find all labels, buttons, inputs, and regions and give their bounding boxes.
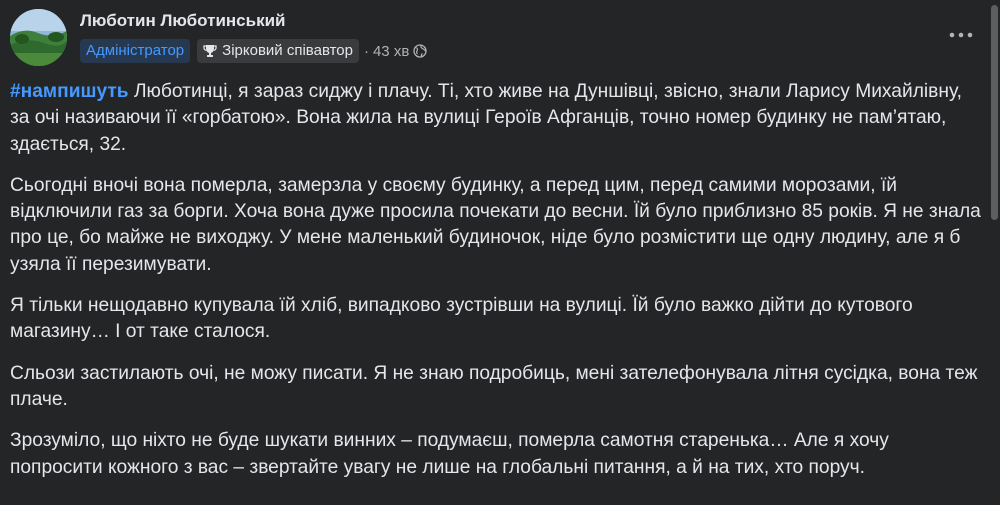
post-paragraph-2: Сьогодні вночі вона померла, замерзла у … xyxy=(10,174,981,275)
post-paragraph-4: Сльози застилають очі, не можу писати. Я… xyxy=(10,362,978,410)
post-body: #нампишуть Люботинці, я зараз сиджу і пл… xyxy=(10,79,986,496)
author-name[interactable]: Люботин Люботинський xyxy=(80,11,286,31)
post-paragraph-3: Я тільки нещодавно купувала їй хліб, вип… xyxy=(10,295,913,343)
star-contributor-badge[interactable]: Зірковий співавтор xyxy=(197,39,359,63)
author-avatar[interactable] xyxy=(10,9,67,66)
post-paragraph-1: #нампишуть Люботинці, я зараз сиджу і пл… xyxy=(10,79,986,158)
globe-icon xyxy=(413,44,427,58)
more-options-icon xyxy=(949,32,973,38)
post-card: Люботин Люботинський Адміністратор Зірко… xyxy=(0,0,1000,505)
hashtag-link[interactable]: #нампишуть xyxy=(10,81,129,102)
meta-separator: · xyxy=(363,42,369,60)
more-options-button[interactable] xyxy=(943,22,979,48)
post-paragraph-5: Зрозуміло, що ніхто не буде шукати винни… xyxy=(10,430,889,478)
scrollbar[interactable] xyxy=(988,0,1000,505)
paragraph-1-text: Люботинці, я зараз сиджу і плачу. Ті, хт… xyxy=(10,81,962,155)
scrollbar-thumb[interactable] xyxy=(991,5,998,220)
post-meta: Адміністратор Зірковий співавтор · 43 хв xyxy=(80,38,427,64)
post-timestamp[interactable]: 43 хв xyxy=(373,43,409,60)
admin-badge[interactable]: Адміністратор xyxy=(80,39,191,63)
trophy-icon xyxy=(203,45,217,57)
landscape-avatar-icon xyxy=(10,9,67,66)
star-badge-label: Зірковий співавтор xyxy=(222,42,353,59)
